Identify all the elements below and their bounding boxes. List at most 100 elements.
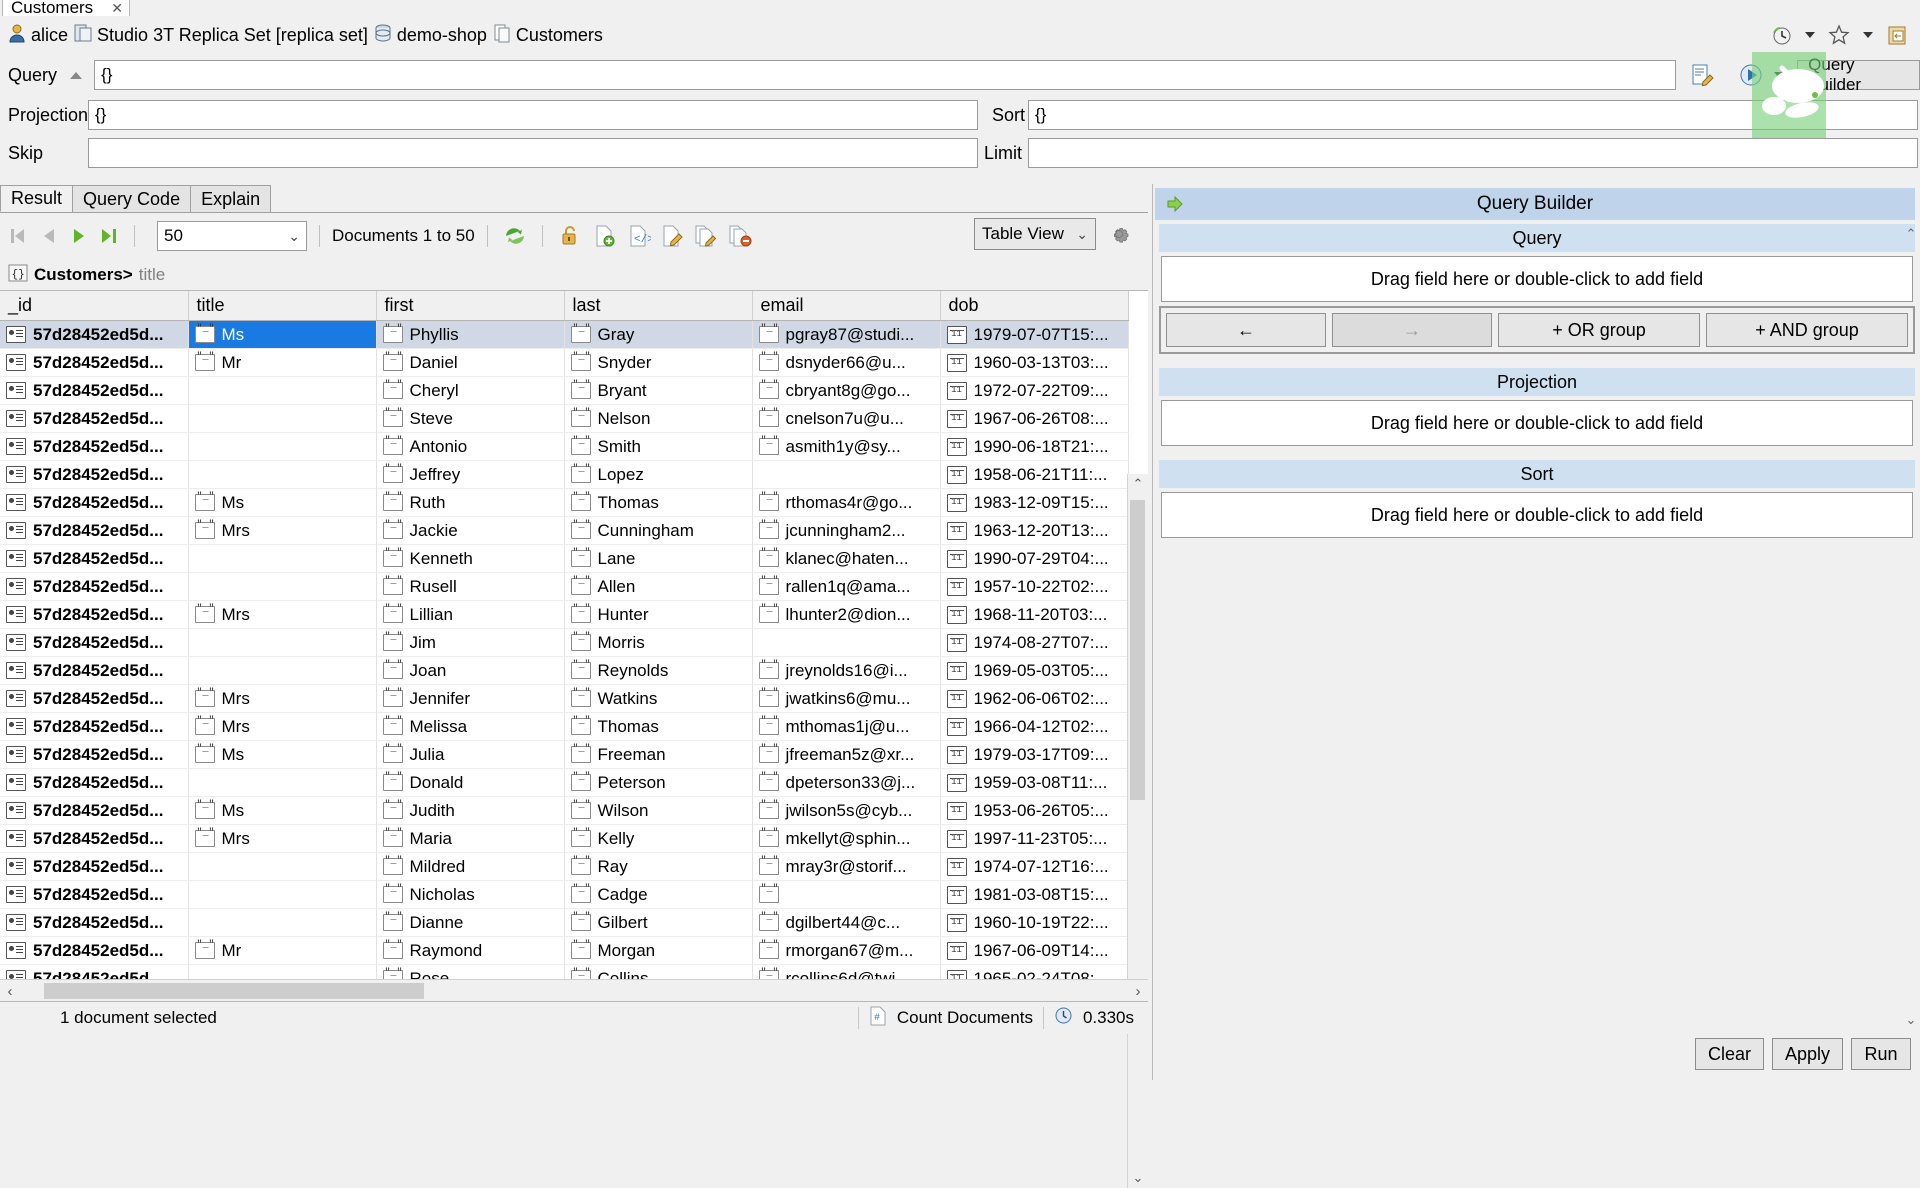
cell-email[interactable]: lhunter2@dion... <box>752 600 941 629</box>
history-icon[interactable] <box>1768 22 1794 48</box>
step-back-icon[interactable] <box>36 223 62 249</box>
cell-first[interactable]: Melissa <box>376 712 565 741</box>
cell-dob[interactable]: 1967-06-09T14:... <box>940 936 1129 965</box>
cell-email[interactable]: klanec@haten... <box>752 544 941 573</box>
qb-scroll-up-icon[interactable]: ⌃ <box>1903 226 1919 242</box>
cell-email[interactable] <box>752 628 941 657</box>
cell-_id[interactable]: 57d28452ed5d... <box>0 516 189 545</box>
cell-email[interactable]: dsnyder66@u... <box>752 348 941 377</box>
scroll-up-icon[interactable]: ⌃ <box>1128 474 1148 494</box>
cell-dob[interactable]: 1968-11-20T03:... <box>940 600 1129 629</box>
cell-email[interactable]: rmorgan67@m... <box>752 936 941 965</box>
table-row[interactable]: 57d28452ed5d... Dianne Gilbert dgilbert44@c… <box>0 908 1129 937</box>
cell-last[interactable]: Allen <box>564 572 753 601</box>
column-header-title[interactable]: title <box>188 291 377 321</box>
qb-scroll-down-icon[interactable]: ⌄ <box>1903 1012 1919 1028</box>
cell-title[interactable]: Mrs <box>188 516 377 545</box>
cell-title[interactable]: Mrs <box>188 600 377 629</box>
scroll-left-icon[interactable]: ‹ <box>0 983 20 1000</box>
breadcrumb-item-server[interactable]: Studio 3T Replica Set [replica set] <box>74 23 368 48</box>
cell-_id[interactable]: 57d28452ed5d... <box>0 684 189 713</box>
tab-result[interactable]: Result <box>0 185 74 212</box>
table-row[interactable]: 57d28452ed5d... Mr Daniel Snyder dsnyder66@u… <box>0 348 1129 377</box>
qb-projection-dropzone[interactable]: Drag field here or double-click to add f… <box>1161 400 1913 446</box>
view-json-icon[interactable]: </> <box>623 222 653 250</box>
cell-email[interactable]: jwatkins6@mu... <box>752 684 941 713</box>
page-size-select[interactable]: 50 ⌄ <box>157 221 307 251</box>
cell-title[interactable] <box>188 768 377 797</box>
cell-dob[interactable]: 1958-06-21T11:... <box>940 460 1129 489</box>
cell-dob[interactable]: 1963-12-20T13:... <box>940 516 1129 545</box>
cell-first[interactable]: Kenneth <box>376 544 565 573</box>
cell-title[interactable]: Ms <box>188 796 377 825</box>
cell-title[interactable] <box>188 908 377 937</box>
breadcrumb-item-user[interactable]: alice <box>8 23 68 48</box>
cell-first[interactable]: Jeffrey <box>376 460 565 489</box>
cell-last[interactable]: Nelson <box>564 404 753 433</box>
cell-last[interactable]: Thomas <box>564 712 753 741</box>
cell-title[interactable] <box>188 656 377 685</box>
clone-document-icon[interactable] <box>691 222 721 250</box>
cell-email[interactable]: jcunningham2... <box>752 516 941 545</box>
cell-email[interactable]: jfreeman5z@xr... <box>752 740 941 769</box>
table-row[interactable]: 57d28452ed5d... Jim Morris 1974-08-27T07:..… <box>0 628 1129 657</box>
cell-last[interactable]: Watkins <box>564 684 753 713</box>
collapse-triangle-icon[interactable] <box>70 71 83 79</box>
chevron-down-icon[interactable] <box>1855 22 1881 48</box>
cell-title[interactable] <box>188 460 377 489</box>
cell-title[interactable] <box>188 544 377 573</box>
cell-_id[interactable]: 57d28452ed5d... <box>0 460 189 489</box>
cell-first[interactable]: Jennifer <box>376 684 565 713</box>
skip-first-icon[interactable] <box>6 223 32 249</box>
cell-title[interactable] <box>188 852 377 881</box>
cell-dob[interactable]: 1957-10-22T02:... <box>940 572 1129 601</box>
cell-last[interactable]: Kelly <box>564 824 753 853</box>
cell-_id[interactable]: 57d28452ed5d... <box>0 656 189 685</box>
cell-email[interactable]: asmith1y@sy... <box>752 432 941 461</box>
cell-dob[interactable]: 1972-07-22T09:... <box>940 376 1129 405</box>
cell-dob[interactable]: 1962-06-06T02:... <box>940 684 1129 713</box>
cell-dob[interactable]: 1983-12-09T15:... <box>940 488 1129 517</box>
cell-last[interactable]: Hunter <box>564 600 753 629</box>
cell-email[interactable]: dgilbert44@c... <box>752 908 941 937</box>
cell-last[interactable]: Gray <box>564 320 753 349</box>
cell-_id[interactable]: 57d28452ed5d... <box>0 376 189 405</box>
cell-dob[interactable]: 1967-06-26T08:... <box>940 404 1129 433</box>
table-row[interactable]: 57d28452ed5d... Cheryl Bryant cbryant8g@go.… <box>0 376 1129 405</box>
cell-title[interactable] <box>188 376 377 405</box>
cell-_id[interactable]: 57d28452ed5d... <box>0 936 189 965</box>
cell-dob[interactable]: 1959-03-08T11:... <box>940 768 1129 797</box>
run-button[interactable]: Run <box>1851 1038 1911 1070</box>
qb-sort-dropzone[interactable]: Drag field here or double-click to add f… <box>1161 492 1913 538</box>
cell-first[interactable]: Daniel <box>376 348 565 377</box>
cell-first[interactable]: Jim <box>376 628 565 657</box>
table-row[interactable]: 57d28452ed5d... Kenneth Lane klanec@haten..… <box>0 544 1129 573</box>
cell-first[interactable]: Julia <box>376 740 565 769</box>
table-row[interactable]: 57d28452ed5d... Ms Judith Wilson jwilson5s@c… <box>0 796 1129 825</box>
unlock-icon[interactable] <box>555 222 585 250</box>
add-or-group-button[interactable]: + OR group <box>1498 313 1700 347</box>
edit-document-icon[interactable] <box>657 222 687 250</box>
cell-email[interactable]: jreynolds16@i... <box>752 656 941 685</box>
tab-customers[interactable]: Customers ✕ <box>2 0 130 16</box>
table-row[interactable]: 57d28452ed5d... Nicholas Cadge 1981-03-08T1… <box>0 880 1129 909</box>
cell-_id[interactable]: 57d28452ed5d... <box>0 432 189 461</box>
cell-first[interactable]: Cheryl <box>376 376 565 405</box>
cell-dob[interactable]: 1981-03-08T15:... <box>940 880 1129 909</box>
table-row[interactable]: 57d28452ed5d... Mrs Jackie Cunningham jcunni… <box>0 516 1129 545</box>
breadcrumb-item-database[interactable]: demo-shop <box>374 23 487 48</box>
cell-title[interactable] <box>188 572 377 601</box>
apply-button[interactable]: Apply <box>1771 1038 1843 1070</box>
cell-last[interactable]: Gilbert <box>564 908 753 937</box>
cell-first[interactable]: Lillian <box>376 600 565 629</box>
table-row[interactable]: 57d28452ed5d... Mrs Jennifer Watkins jwatkin… <box>0 684 1129 713</box>
cell-email[interactable]: cnelson7u@u... <box>752 404 941 433</box>
cell-email[interactable]: mray3r@storif... <box>752 852 941 881</box>
table-row[interactable]: 57d28452ed5d... Mildred Ray mray3r@storif..… <box>0 852 1129 881</box>
cell-last[interactable]: Smith <box>564 432 753 461</box>
cell-dob[interactable]: 1960-10-19T22:... <box>940 908 1129 937</box>
cell-dob[interactable]: 1966-04-12T02:... <box>940 712 1129 741</box>
outdent-button[interactable]: ← <box>1166 313 1326 347</box>
cell-_id[interactable]: 57d28452ed5d... <box>0 572 189 601</box>
cell-last[interactable]: Snyder <box>564 348 753 377</box>
